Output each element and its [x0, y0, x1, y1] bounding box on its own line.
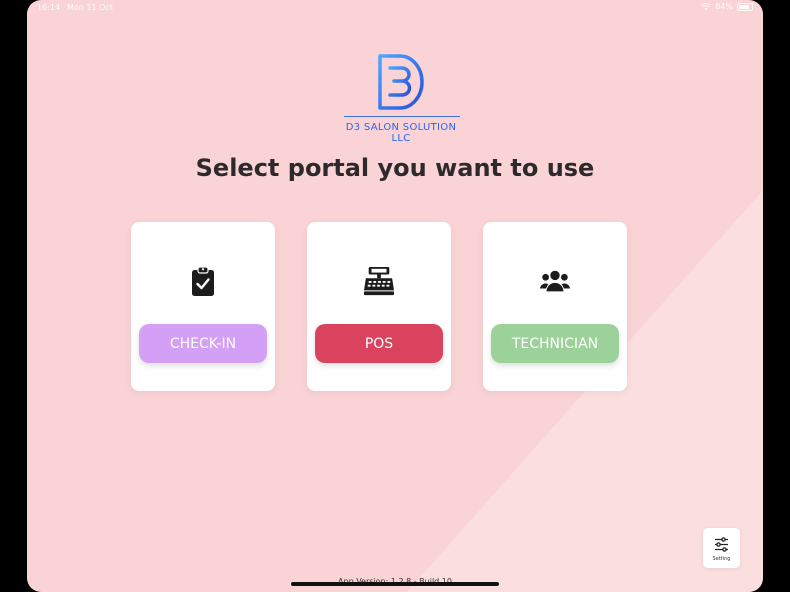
- company-name: D3 SALON SOLUTION LLC: [345, 122, 457, 144]
- d3-logo-icon: [378, 54, 424, 110]
- users-icon: [540, 266, 570, 296]
- checkin-button[interactable]: CHECK-IN: [139, 324, 267, 363]
- portal-card-checkin[interactable]: CHECK-IN: [131, 222, 275, 391]
- setting-button[interactable]: Setting: [703, 528, 740, 568]
- company-logo: D3 SALON SOLUTION LLC: [340, 52, 460, 144]
- status-time: 16:14: [37, 3, 61, 12]
- setting-label: Setting: [712, 556, 731, 562]
- status-right: 84%: [701, 2, 753, 11]
- status-bar: 16:14 Mon 11 Oct 84%: [27, 0, 763, 16]
- battery-icon: [737, 2, 753, 11]
- battery-percent: 84%: [715, 2, 733, 11]
- sliders-icon: [715, 537, 728, 552]
- cash-register-icon: [364, 266, 394, 296]
- technician-button[interactable]: TECHNICIAN: [491, 324, 619, 363]
- wifi-icon: [701, 2, 712, 10]
- clipboard-check-icon: [188, 266, 218, 296]
- logo-divider: [344, 116, 460, 117]
- portal-card-technician[interactable]: TECHNICIAN: [483, 222, 627, 391]
- page-title: Select portal you want to use: [195, 154, 595, 182]
- app-screen: 16:14 Mon 11 Oct 84% D3 SALON SOLUTION L…: [27, 0, 763, 592]
- status-date: Mon 11 Oct: [67, 3, 113, 12]
- portal-card-pos[interactable]: POS: [307, 222, 451, 391]
- home-indicator[interactable]: [291, 582, 499, 586]
- pos-button[interactable]: POS: [315, 324, 443, 363]
